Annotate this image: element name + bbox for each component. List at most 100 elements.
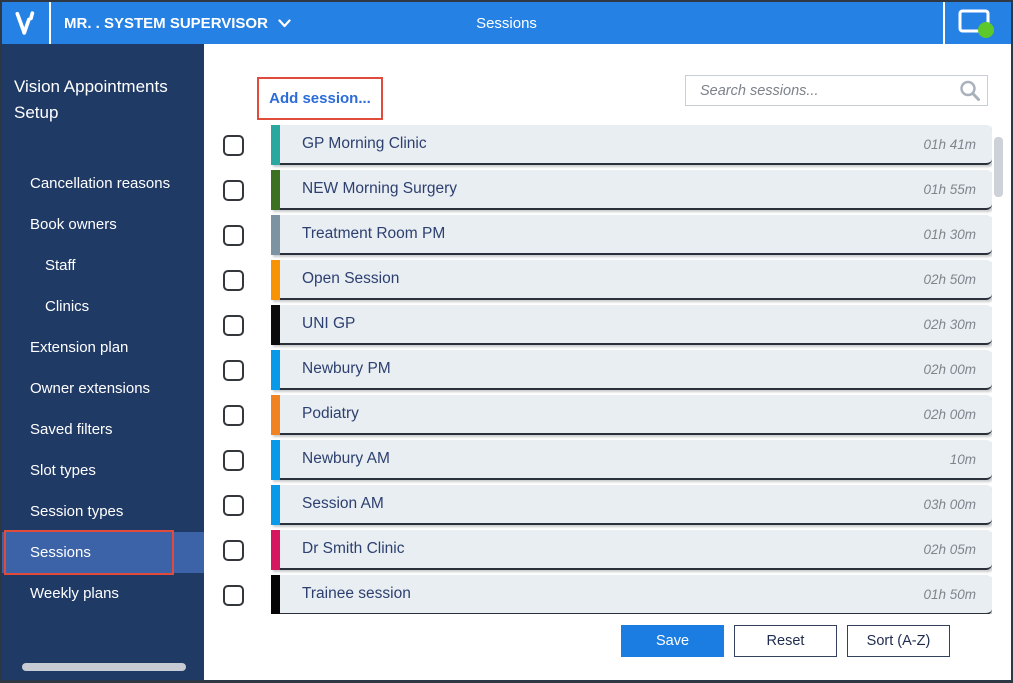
session-checkbox[interactable] — [223, 179, 244, 201]
vision-logo-icon — [15, 11, 34, 35]
session-checkbox[interactable] — [223, 359, 244, 381]
monitor-icon — [958, 9, 994, 38]
session-row: Session AM 03h 00m — [223, 485, 992, 525]
session-duration: 02h 50m — [923, 271, 976, 287]
session-row: Open Session 02h 50m — [223, 260, 992, 300]
sidebar-item[interactable]: Weekly plans — [2, 573, 204, 614]
footer-actions: Save Reset Sort (A-Z) — [621, 625, 950, 657]
session-checkbox[interactable] — [223, 134, 244, 156]
session-name: Newbury PM — [302, 360, 391, 377]
topbar: MR. . SYSTEM SUPERVISOR Sessions — [2, 2, 1011, 44]
sidebar-item-label: Staff — [45, 257, 76, 274]
sidebar-item[interactable]: Extension plan — [2, 327, 204, 368]
sidebar-item-label: Extension plan — [30, 339, 129, 356]
list-vertical-scrollbar[interactable] — [994, 137, 1003, 197]
sidebar-item[interactable]: Slot types — [2, 450, 204, 491]
session-item[interactable]: Dr Smith Clinic 02h 05m — [271, 530, 992, 570]
session-duration: 02h 00m — [923, 406, 976, 422]
session-item[interactable]: GP Morning Clinic 01h 41m — [271, 125, 992, 165]
sidebar-nav: Cancellation reasons Book owners Staff C… — [2, 163, 204, 614]
sidebar-item[interactable]: Saved filters — [2, 409, 204, 450]
sidebar-item-label: Clinics — [45, 298, 90, 315]
sidebar-item[interactable]: Book owners — [2, 204, 204, 245]
sidebar-item[interactable]: Sessions — [2, 530, 204, 575]
session-color-bar — [271, 530, 280, 570]
session-name: Podiatry — [302, 405, 359, 422]
session-item[interactable]: Newbury AM 10m — [271, 440, 992, 480]
connection-status-button[interactable] — [951, 2, 999, 44]
session-name: Session AM — [302, 495, 384, 512]
session-row: NEW Morning Surgery 01h 55m — [223, 170, 992, 210]
sidebar-item[interactable]: Owner extensions — [2, 368, 204, 409]
search-icon[interactable] — [953, 79, 987, 103]
topbar-divider-left — [49, 2, 51, 44]
sidebar-item-label: Sessions — [30, 544, 91, 561]
session-item[interactable]: NEW Morning Surgery 01h 55m — [271, 170, 992, 210]
session-item[interactable]: Newbury PM 02h 00m — [271, 350, 992, 390]
sidebar-item-label: Book owners — [30, 216, 117, 233]
session-checkbox[interactable] — [223, 404, 244, 426]
session-name: NEW Morning Surgery — [302, 180, 458, 197]
add-session-button[interactable]: Add session... — [269, 90, 371, 107]
sidebar-item[interactable]: Staff — [2, 245, 204, 286]
sidebar: Vision Appointments Setup Cancellation r… — [2, 44, 204, 680]
session-duration: 10m — [949, 451, 976, 467]
session-checkbox[interactable] — [223, 269, 244, 291]
session-checkbox[interactable] — [223, 314, 244, 336]
session-checkbox[interactable] — [223, 539, 244, 561]
sidebar-title: Vision Appointments Setup — [14, 77, 168, 123]
session-color-bar — [271, 170, 280, 210]
annotation-box-add-session: Add session... — [257, 77, 383, 120]
session-duration: 01h 55m — [923, 181, 976, 197]
session-color-bar — [271, 575, 280, 614]
session-duration: 01h 50m — [923, 586, 976, 602]
session-checkbox[interactable] — [223, 449, 244, 471]
session-row: Newbury AM 10m — [223, 440, 992, 480]
user-menu-button[interactable]: MR. . SYSTEM SUPERVISOR — [64, 2, 291, 44]
reset-button[interactable]: Reset — [734, 625, 837, 657]
vision-logo[interactable] — [2, 2, 49, 44]
app-window: MR. . SYSTEM SUPERVISOR Sessions Vision … — [0, 0, 1013, 683]
session-item[interactable]: Treatment Room PM 01h 30m — [271, 215, 992, 255]
session-duration: 03h 00m — [923, 496, 976, 512]
session-row: Dr Smith Clinic 02h 05m — [223, 530, 992, 570]
session-color-bar — [271, 125, 280, 165]
save-button[interactable]: Save — [621, 625, 724, 657]
session-color-bar — [271, 395, 280, 435]
sidebar-item[interactable]: Session types — [2, 491, 204, 532]
session-item[interactable]: Trainee session 01h 50m — [271, 575, 992, 614]
session-duration: 02h 05m — [923, 541, 976, 557]
session-color-bar — [271, 440, 280, 480]
session-item[interactable]: Open Session 02h 50m — [271, 260, 992, 300]
sidebar-item[interactable]: Clinics — [2, 286, 204, 327]
session-duration: 02h 00m — [923, 361, 976, 377]
session-name: UNI GP — [302, 315, 356, 332]
session-row: UNI GP 02h 30m — [223, 305, 992, 345]
sort-button[interactable]: Sort (A-Z) — [847, 625, 950, 657]
sidebar-item[interactable]: Cancellation reasons — [2, 163, 204, 204]
session-item[interactable]: Podiatry 02h 00m — [271, 395, 992, 435]
session-checkbox[interactable] — [223, 494, 244, 516]
session-row: Trainee session 01h 50m — [223, 575, 992, 614]
session-color-bar — [271, 350, 280, 390]
session-name: Trainee session — [302, 585, 411, 602]
session-list: GP Morning Clinic 01h 41m NEW Morning Su… — [223, 125, 992, 614]
sidebar-horizontal-scrollbar[interactable] — [22, 663, 186, 671]
topbar-divider-right — [943, 2, 945, 44]
sidebar-item-label: Session types — [30, 503, 124, 520]
status-dot — [978, 22, 994, 38]
session-color-bar — [271, 260, 280, 300]
main-panel: Add session... GP Morning Clinic 01h — [204, 44, 1011, 680]
session-duration: 01h 30m — [923, 226, 976, 242]
sidebar-item-label: Weekly plans — [30, 585, 119, 602]
sidebar-item-label: Cancellation reasons — [30, 175, 171, 192]
session-checkbox[interactable] — [223, 224, 244, 246]
session-item[interactable]: Session AM 03h 00m — [271, 485, 992, 525]
chevron-down-icon — [278, 18, 291, 27]
user-menu-label: MR. . SYSTEM SUPERVISOR — [64, 14, 268, 32]
session-name: GP Morning Clinic — [302, 135, 427, 152]
session-checkbox[interactable] — [223, 584, 244, 606]
session-item[interactable]: UNI GP 02h 30m — [271, 305, 992, 345]
search-input[interactable] — [686, 76, 953, 105]
session-row: Newbury PM 02h 00m — [223, 350, 992, 390]
